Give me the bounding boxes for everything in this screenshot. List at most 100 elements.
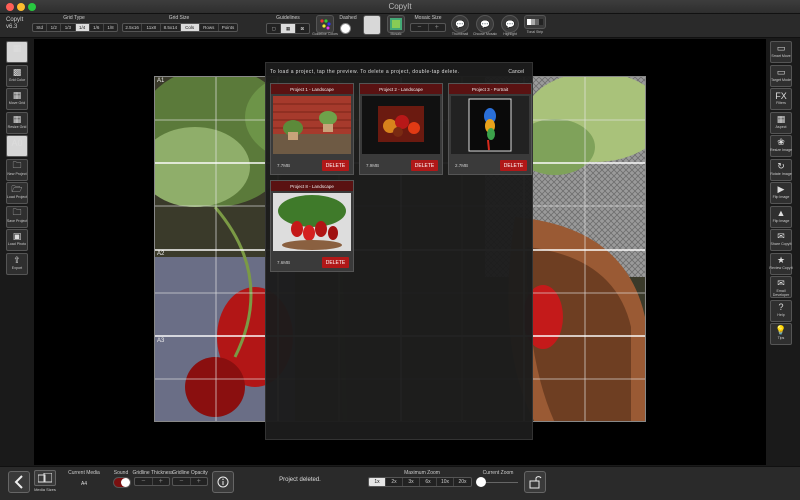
zoom-10x[interactable]: 10x [437,478,454,486]
right-sidebar-button[interactable]: ❀ Resize Image [770,135,792,157]
grid-type-half[interactable]: 1/2 [47,24,62,31]
sound-toggle[interactable] [113,477,131,488]
project-card[interactable]: Project 8 - Landscape 7.6MB DELETE [270,180,354,272]
aspect-icon: ▦ [776,113,786,124]
top-toolbar: CopyIt v6.3 Grid Type Std 1/2 1/3 1/4 1/6… [0,14,800,38]
opacity-minus-button[interactable]: − [173,478,191,485]
lock-button[interactable] [524,471,546,493]
sidebar-label: New Project [7,171,27,176]
grid-size-option[interactable]: 2.5x16 [123,24,143,31]
right-sidebar-button[interactable]: ✉ Share CopyIt [770,229,792,251]
right-sidebar-button[interactable]: ▭ Target Mode [770,64,792,87]
current-zoom-label: Current Zoom [482,470,514,476]
grid-type-std[interactable]: Std [33,24,48,31]
right-sidebar-button[interactable]: ↻ Rotate Image [770,158,792,181]
right-sidebar-button[interactable]: ? Help [770,299,792,322]
gridline-opacity-stepper[interactable]: − + [172,477,208,486]
blank-swatch-button[interactable] [363,15,381,35]
guidelines-diagonal-icon[interactable]: ⊠ [296,24,309,33]
right-sidebar-button[interactable]: ▲ Flip Image [770,205,792,228]
mosaic-size-stepper[interactable]: − + [410,23,446,32]
back-button[interactable] [8,471,30,493]
sidebar-label: Export [11,265,23,270]
left-sidebar-button[interactable]: ▦ [6,41,28,63]
left-sidebar-button[interactable]: A0 [6,135,28,157]
left-sidebar-button[interactable]: 🗀 New Project [6,158,28,181]
guideline-colors-button[interactable] [316,15,334,33]
right-sidebar-button[interactable]: FX Filters [770,88,792,110]
grid-size-label: Grid Size [168,15,190,21]
project-thumbnail[interactable] [362,96,440,154]
right-sidebar-button[interactable]: ★ Review CopyIt [769,252,793,275]
grid-type-eighth[interactable]: 1/8 [104,24,117,31]
media-sizes-label: Media Sizes [34,487,56,492]
project-thumbnail[interactable] [273,193,351,251]
right-sidebar-button[interactable]: ▶ Flip Image [770,182,792,204]
delete-project-button[interactable]: DELETE [322,257,349,268]
right-sidebar-button[interactable]: ▭ Smart Move [770,41,792,63]
thickness-minus-button[interactable]: − [135,478,153,485]
mail-icon: ✉ [777,278,785,288]
grid-type-third[interactable]: 1/3 [61,24,76,31]
left-sidebar-button[interactable]: ▩ Grid Color [6,64,28,87]
opacity-plus-button[interactable]: + [191,478,208,485]
move-grid-icon: ▦ [12,90,22,100]
delete-project-button[interactable]: DELETE [411,160,438,171]
right-sidebar-button[interactable]: ✉ Email Developer [770,276,792,298]
delete-project-button[interactable]: DELETE [500,160,527,171]
choose-mosaic-button[interactable]: 💬 [476,15,494,33]
zoom-slider-thumb[interactable] [476,477,486,487]
guidelines-none-icon[interactable]: ▢ [267,24,282,33]
sidebar-label: Flip Image [772,195,790,199]
chevron-left-icon [14,475,23,489]
delete-project-button[interactable]: DELETE [322,160,349,171]
sidebar-label: Target Mode [771,77,791,82]
tonal-strip-button[interactable] [524,15,546,29]
dashed-toggle[interactable] [340,23,351,34]
left-sidebar-button[interactable]: 🗀 Save Project [6,205,28,228]
dialog-cancel-button[interactable]: Cancel [508,69,524,75]
thumbnail-button[interactable]: 💬 [451,15,469,33]
left-sidebar-button[interactable]: ▣ Load Photo [6,229,28,251]
info-button[interactable] [212,471,234,493]
project-thumbnail[interactable] [451,96,529,154]
sidebar-label: Email Developer [772,289,790,297]
grid-size-option[interactable]: 8.5x14 [161,24,181,31]
grid-type-quarter[interactable]: 1/4 [75,24,90,31]
speech-bubble-icon: 💬 [480,19,490,29]
zoom-6x[interactable]: 6x [420,478,437,486]
grid-size-points[interactable]: Points [219,24,237,31]
left-sidebar-button[interactable]: ▦ Resize Grid [6,111,28,134]
grid-size-option[interactable]: 11x8 [142,24,162,31]
left-sidebar-button[interactable]: 🗁 Load Project [6,182,28,204]
zoom-3x[interactable]: 3x [403,478,420,486]
zoom-1x[interactable]: 1x [369,478,386,486]
grid-icon: ▦ [12,43,22,53]
mosaic-button[interactable] [387,15,405,33]
app-name: CopyIt v6.3 [6,17,24,30]
grid-type-sixth[interactable]: 1/6 [90,24,104,31]
highlight-button[interactable]: 💬 [501,15,519,33]
sidebar-label: Load Project [6,195,28,199]
gridline-thickness-stepper[interactable]: − + [134,477,170,486]
project-card[interactable]: Project 2 - Landscape 7.9MB DELETE [359,83,443,175]
grid-size-cols[interactable]: Cols [180,24,200,31]
project-card[interactable]: Project 3 - Portrait 2.7MB DELETE [448,83,532,175]
project-thumbnail[interactable] [273,96,351,154]
left-sidebar-button[interactable]: ▦ Move Grid [6,88,28,110]
zoom-20x[interactable]: 20x [454,478,471,486]
media-sizes-button[interactable] [34,470,56,486]
mosaic-minus-button[interactable]: − [411,24,429,31]
right-sidebar-button[interactable]: ▦ Aspect [770,111,792,134]
left-sidebar-button[interactable]: ⇪ Export [6,252,28,275]
right-sidebar-button[interactable]: 💡 Tips [770,323,792,345]
mosaic-plus-button[interactable]: + [429,24,446,31]
sidebar-label: Share CopyIt [770,242,792,246]
grid-size-rows[interactable]: Rows [200,24,219,31]
guidelines-grid-icon[interactable]: ▦ [281,24,296,33]
project-card[interactable]: Project 1 - Landscape 7.7MB DELETE [270,83,354,175]
thickness-plus-button[interactable]: + [153,478,170,485]
gridline-opacity-label: Gridline Opacity [172,470,208,476]
zoom-2x[interactable]: 2x [386,478,403,486]
project-title: Project 3 - Portrait [449,84,531,94]
